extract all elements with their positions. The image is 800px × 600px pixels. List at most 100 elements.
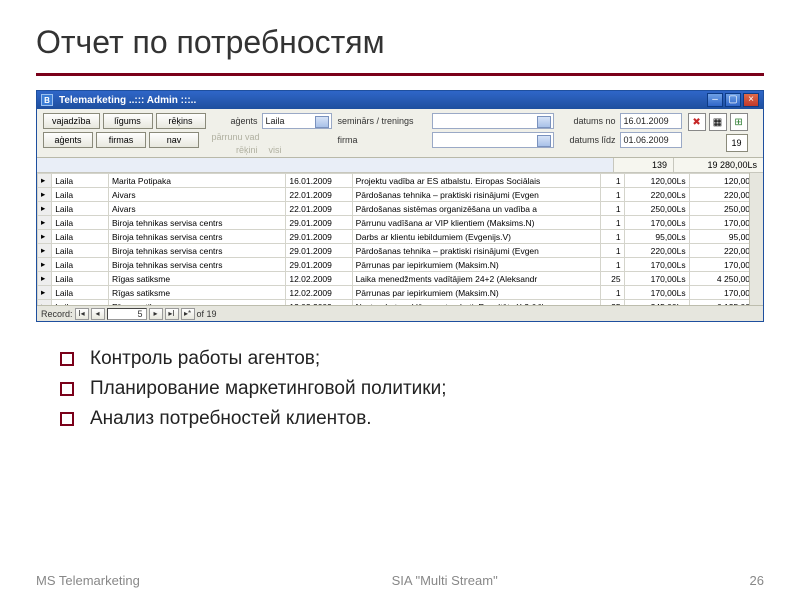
cell: Laila — [52, 258, 109, 272]
table-row[interactable]: ▸LailaRīgas satiksme12.02.2009Laika mene… — [38, 272, 763, 286]
seminar-select[interactable] — [432, 113, 554, 129]
date-to-label: datums līdz — [560, 135, 616, 145]
visi-label: visi — [262, 145, 282, 155]
cell: 22.01.2009 — [286, 188, 352, 202]
firma-label: firma — [338, 135, 428, 145]
cell: 16.01.2009 — [286, 174, 352, 188]
table-row[interactable]: ▸LailaAivars22.01.2009Pārdošanas tehnika… — [38, 188, 763, 202]
bullet-box-icon — [60, 352, 74, 366]
record-label: Record: — [41, 309, 73, 319]
date-from-input[interactable]: 16.01.2009 — [620, 113, 682, 129]
seminar-label: seminārs / trenings — [338, 116, 428, 126]
cell: Darbs ar klientu iebildumiem (Evgenijs.V… — [352, 230, 600, 244]
date-to-input[interactable]: 01.06.2009 — [620, 132, 682, 148]
record-of: of 19 — [197, 309, 217, 319]
table-row[interactable]: ▸LailaRīgas satiksme12.02.2009Nestandart… — [38, 300, 763, 306]
cell: 1 — [600, 174, 624, 188]
cell: 170,00Ls — [624, 272, 689, 286]
table-row[interactable]: ▸LailaBiroja tehnikas servisa centrs29.0… — [38, 230, 763, 244]
btn-nav[interactable]: nav — [149, 132, 199, 148]
cell: Laila — [52, 174, 109, 188]
bullet-text: Контроль работы агентов; — [90, 348, 320, 370]
parunu-label: pārrunu vad — [212, 132, 260, 142]
nav-new-button[interactable]: ▸* — [181, 308, 195, 320]
bullet-box-icon — [60, 412, 74, 426]
close-button[interactable]: × — [743, 93, 759, 107]
title-divider — [36, 73, 764, 76]
cell: Biroja tehnikas servisa centrs — [108, 230, 285, 244]
maximize-button[interactable]: ▢ — [725, 93, 741, 107]
cell: 29.01.2009 — [286, 230, 352, 244]
cell: Laila — [52, 216, 109, 230]
bullet-text: Планирование маркетинговой политики; — [90, 378, 447, 400]
record-navigator: Record: I◂ ◂ 5 ▸ ▸I ▸* of 19 — [37, 305, 763, 321]
cell: 1 — [600, 258, 624, 272]
nav-prev-button[interactable]: ◂ — [91, 308, 105, 320]
bullet-item: Контроль работы агентов; — [60, 348, 764, 370]
btn-rekins[interactable]: rēķins — [156, 113, 206, 129]
firma-select[interactable] — [432, 132, 554, 148]
cell: 170,00Ls — [624, 258, 689, 272]
cell: Laila — [52, 202, 109, 216]
cell: 250,00Ls — [624, 202, 689, 216]
record-position[interactable]: 5 — [107, 308, 147, 320]
cell: 22.01.2009 — [286, 202, 352, 216]
toolbar: vajadzība līgums rēķins aģents firmas na… — [37, 109, 763, 158]
cell: 1 — [600, 244, 624, 258]
cell: Pārdošanas sistēmas organizēšana un vadī… — [352, 202, 600, 216]
cell: 120,00Ls — [624, 174, 689, 188]
cell: ▸ — [38, 188, 52, 202]
footer-right: 26 — [750, 573, 764, 588]
table-row[interactable]: ▸LailaRīgas satiksme12.02.2009Pārrunas p… — [38, 286, 763, 300]
nav-last-button[interactable]: ▸I — [165, 308, 179, 320]
cell: 29.01.2009 — [286, 258, 352, 272]
cell: ▸ — [38, 174, 52, 188]
table-row[interactable]: ▸LailaBiroja tehnikas servisa centrs29.0… — [38, 216, 763, 230]
excel-icon[interactable]: ⊞ — [730, 113, 748, 131]
cell: ▸ — [38, 286, 52, 300]
nav-next-button[interactable]: ▸ — [149, 308, 163, 320]
cell: 220,00Ls — [624, 188, 689, 202]
data-grid[interactable]: ▸LailaMarita Potipaka16.01.2009Projektu … — [37, 173, 763, 305]
titlebar: B Telemarketing ..::: Admin :::.. – ▢ × — [37, 91, 763, 109]
footer-left: MS Telemarketing — [36, 573, 140, 588]
cell: 1 — [600, 188, 624, 202]
minimize-button[interactable]: – — [707, 93, 723, 107]
nav-first-button[interactable]: I◂ — [75, 308, 89, 320]
slide-footer: MS Telemarketing SIA "Multi Stream" 26 — [36, 573, 764, 588]
slide-title: Отчет по потребностям — [36, 24, 764, 61]
vertical-scrollbar[interactable] — [749, 173, 763, 305]
cell: ▸ — [38, 216, 52, 230]
agent-select[interactable]: Laila — [262, 113, 332, 129]
cell: ▸ — [38, 300, 52, 306]
cell: Laika menedžments vadītājiem 24+2 (Aleks… — [352, 272, 600, 286]
cell: Biroja tehnikas servisa centrs — [108, 244, 285, 258]
cell: Aivars — [108, 202, 285, 216]
app-title: Telemarketing ..::: Admin :::.. — [59, 95, 701, 106]
cell: ▸ — [38, 258, 52, 272]
app-icon: B — [41, 94, 53, 106]
btn-agents[interactable]: aģents — [43, 132, 93, 148]
table-row[interactable]: ▸LailaMarita Potipaka16.01.2009Projektu … — [38, 174, 763, 188]
btn-vajadziba[interactable]: vajadzība — [43, 113, 100, 129]
cell: Laila — [52, 230, 109, 244]
cell: 220,00Ls — [624, 244, 689, 258]
table-row[interactable]: ▸LailaBiroja tehnikas servisa centrs29.0… — [38, 258, 763, 272]
cell: 245,00Ls — [624, 300, 689, 306]
table-icon[interactable]: ▦ — [709, 113, 727, 131]
table-row[interactable]: ▸LailaBiroja tehnikas servisa centrs29.0… — [38, 244, 763, 258]
cell: Marita Potipaka — [108, 174, 285, 188]
btn-firmas[interactable]: firmas — [96, 132, 146, 148]
cell: Laila — [52, 286, 109, 300]
cell: Pārrunu vadīšana ar VIP klientiem (Maksi… — [352, 216, 600, 230]
table-row[interactable]: ▸LailaAivars22.01.2009Pārdošanas sistēma… — [38, 202, 763, 216]
cell: Rīgas satiksme — [108, 272, 285, 286]
cell: Laila — [52, 272, 109, 286]
btn-ligums[interactable]: līgums — [103, 113, 153, 129]
cell: Laila — [52, 300, 109, 306]
cell: 1 — [600, 286, 624, 300]
delete-icon[interactable]: ✖ — [688, 113, 706, 131]
summary-total: 19 280,00Ls — [673, 158, 763, 172]
cell: Rīgas satiksme — [108, 286, 285, 300]
summary-row: 139 19 280,00Ls — [37, 158, 763, 173]
